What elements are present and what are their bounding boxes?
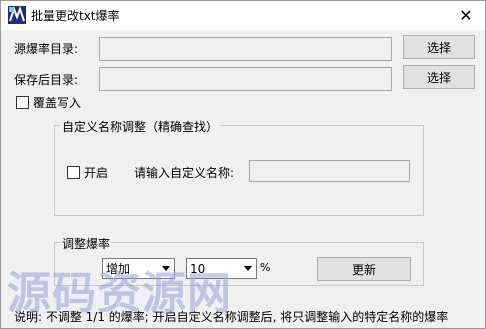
save-browse-button[interactable]: 选择	[403, 65, 475, 89]
footer-note: 说明: 不调整 1/1 的爆率; 开启自定义名称调整后, 将只调整输入的特定名称…	[14, 310, 449, 324]
percent-sign: %	[260, 261, 271, 274]
save-dir-input[interactable]	[99, 67, 392, 91]
custom-name-prompt: 请输入自定义名称:	[134, 166, 235, 180]
overwrite-checkbox[interactable]	[16, 96, 29, 109]
title-bar: 批量更改txt爆率 ✕	[1, 1, 485, 30]
adjust-value-value: 10	[190, 261, 206, 276]
chevron-down-icon	[162, 266, 170, 271]
app-window: 批量更改txt爆率 ✕ 源爆率目录: 选择 保存后目录: 选择 覆盖写入 自定义…	[0, 0, 486, 329]
adjust-value-select[interactable]: 10	[186, 258, 257, 279]
chevron-down-icon	[244, 266, 252, 271]
enable-custom-name-checkbox[interactable]	[67, 166, 80, 179]
custom-name-input[interactable]	[249, 160, 410, 182]
source-dir-input[interactable]	[99, 37, 392, 61]
enable-custom-name-label: 开启	[84, 166, 109, 180]
overwrite-label: 覆盖写入	[33, 96, 82, 110]
window-title: 批量更改txt爆率	[31, 9, 120, 23]
adjust-rate-group-legend: 调整爆率	[60, 235, 113, 252]
save-dir-label: 保存后目录:	[14, 73, 79, 87]
adjust-mode-value: 增加	[106, 262, 131, 276]
close-button[interactable]: ✕	[453, 3, 479, 27]
app-logo-icon	[8, 6, 26, 24]
adjust-mode-select[interactable]: 增加	[102, 258, 175, 279]
update-button[interactable]: 更新	[317, 257, 411, 281]
source-dir-label: 源爆率目录:	[14, 42, 79, 56]
close-icon: ✕	[459, 5, 473, 25]
custom-name-group-legend: 自定义名称调整（精确查找）	[60, 118, 221, 135]
source-browse-button[interactable]: 选择	[403, 35, 475, 59]
